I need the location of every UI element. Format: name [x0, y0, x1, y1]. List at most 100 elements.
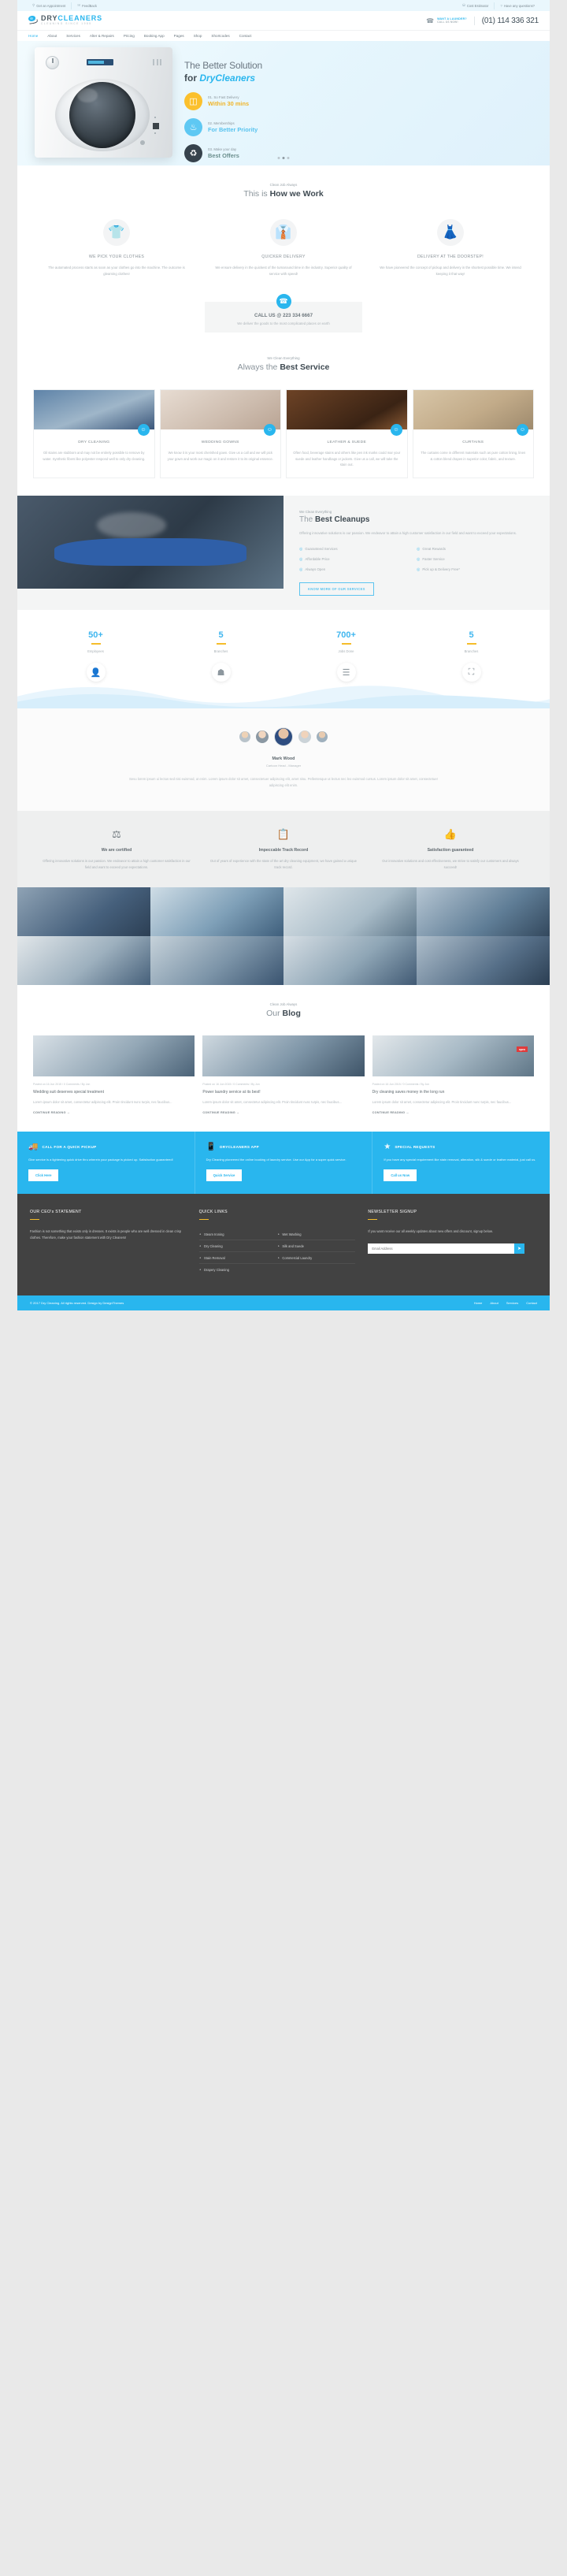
site-logo[interactable]: DRYCLEANERS CLEANING SINCE 1985	[28, 15, 102, 25]
cta-button-quick-service[interactable]: Quick Service	[206, 1169, 243, 1181]
cta-button-call-us-now[interactable]: Call us Now	[384, 1169, 417, 1181]
cert-column-2: 📋 Impeccable Track Record Out of years o…	[200, 828, 367, 870]
hero-slider-dots[interactable]	[277, 157, 290, 159]
footer-link-drapery-cleaning[interactable]: ⚬ Drapery Cleaning	[199, 1264, 277, 1275]
send-icon[interactable]: ➤	[514, 1243, 525, 1255]
bottom-link-about[interactable]: About	[490, 1301, 498, 1305]
topbar-item-feedback[interactable]: ✉ FeedBack	[72, 2, 102, 9]
gallery-image-1[interactable]	[17, 887, 150, 937]
footer-column-ceo: OUR CEO's STATEMENT Fashion is not somet…	[30, 1210, 199, 1276]
hero-feature-3: ♻ 03. Make your day Best Offers	[184, 144, 365, 162]
service-card-curtains[interactable]: ☺ CURTAINS The curtains come in differen…	[412, 389, 534, 478]
services-section: We Clean Everything Always the Best Serv…	[17, 350, 550, 496]
cta-column-special: ★ SPECIAL REQUESTS If you have any speci…	[372, 1132, 550, 1194]
gallery-image-6[interactable]	[150, 936, 284, 986]
gallery-image-8[interactable]	[417, 936, 550, 986]
nav-item-shop[interactable]: Shop	[194, 34, 202, 38]
nav-item-booking-app[interactable]: Booking App	[144, 34, 165, 38]
hero-dot-3[interactable]	[287, 157, 290, 159]
blog-title-2[interactable]: Power laundry service at its best!	[202, 1090, 364, 1095]
call-us-title[interactable]: CALL US @ 223 334 6667	[213, 313, 354, 318]
gallery-image-5[interactable]	[17, 936, 150, 986]
footer-link-silk-and-suede[interactable]: ⚬ Silk and Suede	[277, 1240, 356, 1253]
topbar-item-appointment[interactable]: ⚲ Get an Appointment	[27, 2, 72, 9]
nav-item-services[interactable]: Services	[66, 34, 80, 38]
gallery-image-3[interactable]	[284, 887, 417, 937]
know-more-services-button[interactable]: KNOW MORE OF OUR SERVICES	[299, 582, 374, 597]
blog-readmore-3[interactable]: CONTINUE READING →	[372, 1111, 534, 1114]
service-card-leather-suede[interactable]: ☺ LEATHER & SUEDE Often food, beverage s…	[286, 389, 408, 478]
footer-column-quick-links: QUICK LINKS ⚬ Steam Ironing ⚬ Wet Washing …	[198, 1210, 369, 1276]
avatar-active[interactable]	[274, 727, 293, 747]
bottom-link-home[interactable]: Home	[474, 1301, 483, 1305]
footer-underline	[198, 1218, 209, 1221]
blog-title-1[interactable]: Wedding suit deserves special treatment	[33, 1090, 195, 1095]
bottom-link-services[interactable]: Services	[506, 1301, 518, 1305]
blog-post-3[interactable]: open Posted on 16 Jun 2015 / 0 Comments …	[372, 1035, 534, 1114]
blog-title-3[interactable]: Dry cleaning saves money in the long run	[372, 1090, 534, 1095]
smiley-icon[interactable]: ☺	[137, 424, 150, 437]
blog-readmore-2[interactable]: CONTINUE READING →	[202, 1111, 364, 1114]
nav-item-home[interactable]: Home	[28, 34, 38, 38]
hero-feature-3-value: Best Offers	[208, 152, 239, 159]
cleanups-item-label-2: Great Rewards	[422, 547, 446, 552]
bullet-icon: ◎	[299, 546, 303, 552]
hero-feature-2-label: 02. Memberships	[208, 121, 235, 125]
footer-ceo-text: Fashion is not something that exists onl…	[30, 1229, 182, 1240]
smiley-icon[interactable]: ☺	[390, 424, 402, 437]
nav-item-contact[interactable]: Contact	[239, 34, 252, 38]
nav-item-shortcodes[interactable]: Shortcodes	[211, 34, 229, 38]
blog-title-bold: Blog	[282, 1009, 301, 1019]
bottom-link-contact[interactable]: Contact	[526, 1301, 537, 1305]
avatar-thumb-4[interactable]	[256, 730, 269, 744]
topbar-item-questions[interactable]: ? Have any questions?	[495, 2, 540, 9]
services-header: We Clean Everything Always the Best Serv…	[33, 356, 534, 372]
bullet-icon: ◎	[417, 546, 421, 552]
cleanups-list-item-6: ◎ Pick up & Delivery Free*	[417, 564, 534, 574]
footer-link-dry-cleaning[interactable]: ⚬ Dry Cleaning	[198, 1240, 277, 1253]
avatar-thumb-2[interactable]	[298, 730, 311, 744]
newsletter-email-input[interactable]	[368, 1243, 515, 1255]
nav-item-about[interactable]: About	[47, 34, 57, 38]
nav-item-pricing[interactable]: Pricing	[124, 34, 135, 38]
hero-slider: The Better Solution for DryCleaners ◫ 01…	[17, 41, 550, 165]
how-we-work-section: Clean Job Always This is How we Work 👕 W…	[17, 165, 550, 350]
gallery-image-7[interactable]	[284, 936, 417, 986]
nav-item-alter-repairs[interactable]: Alter & Repairs	[90, 34, 114, 38]
blog-post-2[interactable]: Posted on 16 Jun 2015 / 0 Comments / By …	[202, 1035, 365, 1114]
stat-underline	[91, 643, 101, 645]
header-phone-block[interactable]: ☎ WANT A LAUNDER? CALL US NOW! (01) 114 …	[426, 16, 539, 25]
blog-post-1[interactable]: Posted on 16 Jun 2015 / 0 Comments / By …	[33, 1035, 195, 1114]
blog-readmore-1[interactable]: CONTINUE READING →	[33, 1111, 195, 1114]
topbar-item-cost-estimator[interactable]: ⛁ Cost Estimator	[457, 2, 495, 9]
blog-image-3: open	[372, 1035, 534, 1077]
hero-dot-2[interactable]	[282, 157, 285, 159]
cta-button-click-here[interactable]: Click Here	[28, 1169, 59, 1181]
circle-bullet-icon: ⚬	[277, 1232, 280, 1236]
footer-link-label: Dry Cleaning	[204, 1243, 223, 1248]
service-card-dry-cleaning[interactable]: ☺ DRY CLEANING Oil stains are stubborn a…	[33, 389, 155, 478]
service-card-wedding-gowns[interactable]: ☺ WEDDING GOWNS We know it is your most …	[159, 389, 281, 478]
avatar-thumb-3[interactable]	[317, 731, 328, 743]
hero-dot-1[interactable]	[277, 157, 280, 159]
avatar-thumb-5[interactable]	[239, 731, 250, 743]
stat-label-employees: Employees	[87, 649, 104, 654]
blog-image-1	[33, 1035, 195, 1077]
smiley-icon[interactable]: ☺	[264, 424, 276, 437]
cleanups-item-label-1: Guaranteed Services	[305, 547, 338, 552]
testimonial-quote: Sevu lorem ipsum ui lectus sed nisi euis…	[129, 777, 438, 788]
nav-item-pages[interactable]: Pages	[174, 34, 184, 38]
gallery-image-2[interactable]	[150, 887, 284, 937]
footer-link-stain-removal[interactable]: ⚬ Stain Removal	[198, 1252, 277, 1265]
work-title-2: QUICKER DELIVERY	[261, 255, 306, 259]
phone-number[interactable]: (01) 114 336 321	[482, 17, 539, 25]
stat-employees: 50+ Employees	[33, 630, 158, 653]
work-column-2: 👔 QUICKER DELIVERY We ensure delivery in…	[200, 219, 367, 277]
smiley-icon[interactable]: ☺	[517, 424, 528, 437]
footer-link-steam-ironing[interactable]: ⚬ Steam Ironing	[198, 1229, 277, 1241]
services-title-light: Always the	[237, 362, 280, 373]
phone-circle-icon[interactable]: ☎	[276, 294, 291, 310]
footer-link-wet-washing[interactable]: ⚬ Wet Washing	[277, 1229, 356, 1241]
footer-link-commercial-laundry[interactable]: ⚬ Commercial Laundry	[277, 1252, 356, 1265]
gallery-image-4[interactable]	[417, 887, 550, 937]
